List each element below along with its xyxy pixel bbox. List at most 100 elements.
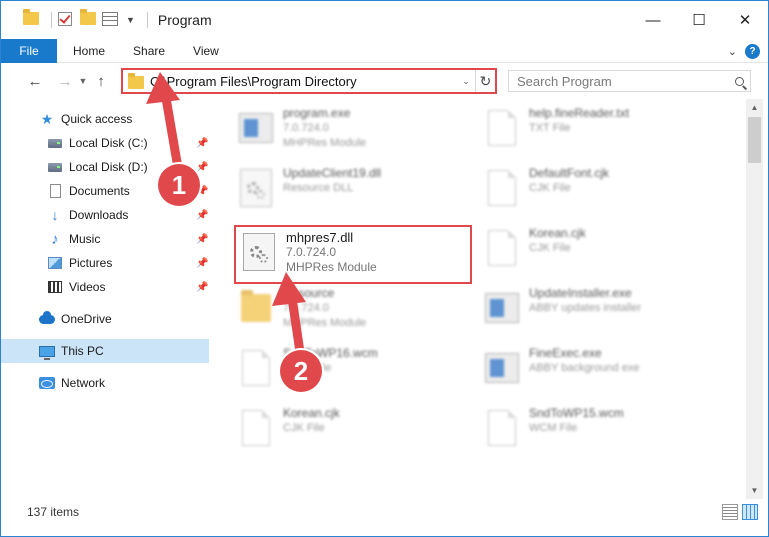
file-tile[interactable]: UpdateClient19.dll Resource DLL (233, 163, 463, 219)
disk-icon (47, 135, 63, 151)
file-detail: MHPRes Module (283, 317, 367, 329)
download-icon: ↓ (51, 207, 59, 223)
target-file-highlight (234, 225, 472, 284)
sidebar-item-local-disk-c[interactable]: Local Disk (C:) 📌 (1, 131, 209, 155)
new-folder-icon[interactable] (80, 9, 96, 28)
up-button[interactable]: ↑ (89, 69, 113, 93)
tiles-view-icon[interactable] (742, 504, 758, 520)
file-icon (233, 343, 279, 393)
exe-file-icon (479, 283, 525, 333)
file-detail: WCM File (529, 422, 578, 434)
sidebar-item-label: Quick access (61, 112, 133, 126)
tab-home[interactable]: Home (59, 39, 119, 63)
sidebar-item-videos[interactable]: Videos 📌 (1, 275, 209, 299)
refresh-icon[interactable]: ↻ (475, 70, 495, 92)
status-bar: 137 items (1, 501, 768, 523)
ribbon-tabs: File Home Share View ⌄ ? (1, 38, 768, 63)
sidebar-item-label: Videos (69, 280, 106, 294)
file-detail: ABBY updates installer (529, 302, 642, 314)
file-tile[interactable]: program.exe 7.0.724.0 MHPRes Module (233, 103, 463, 159)
file-detail: 7.0.724.0 (283, 302, 329, 314)
file-tile[interactable]: Resource 7.0.724.0 MHPRes Module (233, 283, 463, 339)
file-tile[interactable]: SndToWP16.wcm WCM File (233, 343, 463, 399)
folder-icon (23, 9, 39, 28)
properties-icon[interactable] (102, 12, 118, 28)
text-file-icon (479, 103, 525, 153)
navigation-bar: ← → ▼ ↑ C:\Program Files\Program Directo… (1, 63, 768, 99)
address-path[interactable]: C:\Program Files\Program Directory (150, 74, 457, 89)
star-icon: ★ (40, 110, 54, 127)
quick-access-toolbar: ▼ Program (1, 1, 212, 39)
file-icon (479, 163, 525, 213)
pin-icon[interactable]: 📌 (196, 162, 208, 173)
network-icon (39, 375, 55, 391)
sidebar-item-label: Music (69, 232, 101, 246)
sidebar-item-label: OneDrive (61, 312, 112, 326)
file-tile[interactable]: DefaultFont.cjk CJK File (479, 163, 709, 219)
exe-file-icon (233, 103, 279, 153)
pictures-icon (47, 255, 63, 271)
file-list: program.exe 7.0.724.0 MHPRes Module help… (211, 99, 746, 499)
file-name: Korean.cjk (529, 226, 586, 240)
properties-check-icon[interactable] (58, 12, 74, 28)
sidebar-item-onedrive[interactable]: OneDrive (1, 307, 209, 331)
exe-file-icon (479, 343, 525, 393)
maximize-button[interactable]: ☐ (676, 1, 722, 39)
navigation-pane: ★ Quick access Local Disk (C:) 📌 Local D… (1, 99, 211, 499)
recent-locations-dropdown-icon[interactable]: ▼ (77, 69, 89, 93)
window-controls: — ☐ ✕ (630, 1, 768, 39)
pin-icon[interactable]: 📌 (196, 282, 208, 293)
address-dropdown-icon[interactable]: ⌄ (457, 76, 475, 87)
sidebar-item-music[interactable]: ♪ Music 📌 (1, 227, 209, 251)
search-icon[interactable] (728, 76, 750, 86)
scroll-thumb[interactable] (748, 117, 761, 163)
address-bar[interactable]: C:\Program Files\Program Directory ⌄ ↻ (121, 68, 497, 94)
sidebar-item-this-pc[interactable]: This PC (1, 339, 209, 363)
folder-icon (128, 72, 144, 89)
cloud-icon (39, 310, 55, 327)
music-icon: ♪ (51, 230, 59, 248)
search-box[interactable] (508, 70, 751, 92)
file-detail: 7.0.724.0 (283, 122, 329, 134)
scroll-down-icon[interactable]: ▼ (746, 482, 763, 499)
tab-share[interactable]: Share (119, 39, 179, 63)
scroll-up-icon[interactable]: ▲ (746, 99, 763, 116)
search-input[interactable] (517, 73, 728, 89)
file-tile[interactable]: SndToWP15.wcm WCM File (479, 403, 709, 459)
tab-file[interactable]: File (1, 38, 57, 63)
explorer-window: ▼ Program — ☐ ✕ File Home Share View ⌄ ?… (0, 0, 769, 537)
pin-icon[interactable]: 📌 (196, 258, 208, 269)
file-tile[interactable]: help.fineReader.txt TXT File (479, 103, 709, 159)
vertical-scrollbar[interactable]: ▲ ▼ (746, 99, 763, 499)
minimize-button[interactable]: — (630, 1, 676, 39)
file-detail: TXT File (529, 122, 571, 134)
pin-icon[interactable]: 📌 (196, 234, 208, 245)
pin-icon[interactable]: 📌 (196, 138, 208, 149)
file-tile[interactable]: Korean.cjk CJK File (233, 403, 463, 459)
file-name: Resource (283, 286, 335, 300)
help-icon[interactable]: ? (745, 43, 760, 59)
pin-icon[interactable]: 📌 (196, 210, 208, 221)
tab-view[interactable]: View (179, 39, 233, 63)
step-badge-1: 1 (158, 164, 200, 206)
toolbar-divider (146, 12, 148, 28)
close-button[interactable]: ✕ (722, 1, 768, 39)
file-tile[interactable]: FineExec.exe ABBY background exe (479, 343, 709, 399)
sidebar-item-label: Documents (69, 184, 130, 198)
sidebar-item-pictures[interactable]: Pictures 📌 (1, 251, 209, 275)
file-detail: CJK File (529, 182, 571, 194)
sidebar-item-label: Local Disk (C:) (69, 136, 148, 150)
file-tile[interactable]: UpdateInstaller.exe ABBY updates install… (479, 283, 709, 339)
expand-ribbon-chevron-icon[interactable]: ⌄ (728, 45, 737, 58)
customize-toolbar-dropdown-icon[interactable]: ▼ (126, 15, 135, 25)
file-detail: ABBY background exe (529, 362, 640, 374)
details-view-icon[interactable] (722, 504, 738, 520)
back-button[interactable]: ← (23, 69, 47, 93)
file-name: FineExec.exe (529, 346, 602, 360)
file-detail: CJK File (283, 422, 325, 434)
forward-button[interactable]: → (53, 69, 77, 93)
file-tile[interactable]: Korean.cjk CJK File (479, 223, 709, 279)
sidebar-item-quick-access[interactable]: ★ Quick access (1, 107, 209, 131)
sidebar-item-network[interactable]: Network (1, 371, 209, 395)
sidebar-item-downloads[interactable]: ↓ Downloads 📌 (1, 203, 209, 227)
